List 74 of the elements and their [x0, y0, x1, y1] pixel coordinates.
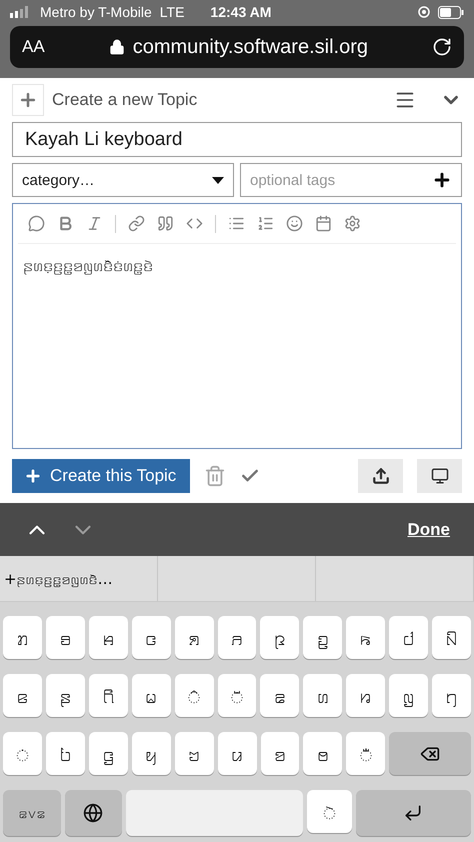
keyboard-key[interactable]: ꤋ — [46, 616, 85, 659]
monitor-icon — [430, 467, 448, 485]
keyboard-key[interactable]: ◌ꤨ — [174, 674, 214, 717]
bullet-list-icon[interactable] — [228, 215, 245, 232]
keyboard-key[interactable]: ꤍ — [132, 616, 171, 659]
keyboard-key[interactable]: ꤜ — [389, 674, 428, 717]
keyboard-key[interactable]: ◌ꤦ — [3, 732, 42, 775]
globe-key[interactable] — [64, 790, 122, 836]
add-button[interactable] — [12, 84, 44, 116]
keyboard-key[interactable]: ꤏ — [218, 616, 256, 659]
keyboard-key[interactable]: ꤤ — [260, 732, 300, 775]
rotation-lock-icon — [418, 6, 430, 18]
battery-icon — [438, 6, 464, 18]
add-tag-icon[interactable] — [432, 170, 452, 190]
keyboard-key[interactable]: ꤝ — [46, 732, 85, 775]
settings-icon[interactable] — [344, 215, 361, 232]
category-dropdown[interactable]: category… — [12, 163, 234, 197]
text-size-button[interactable]: AA — [22, 37, 45, 57]
create-topic-button[interactable]: Create this Topic — [12, 459, 190, 493]
keyboard-key[interactable]: ꤕ — [3, 674, 42, 717]
composer-heading: Create a new Topic — [52, 90, 198, 110]
keyboard-key[interactable]: ꤞ — [88, 732, 128, 775]
keyboard-key[interactable]: ◌ꤩ — [218, 674, 256, 717]
keyboard-key[interactable]: ꤊ — [3, 616, 42, 659]
link-icon[interactable] — [128, 215, 145, 232]
keyboard-key[interactable]: ꤗ — [132, 674, 171, 717]
quote-bubble-icon[interactable] — [28, 215, 45, 232]
suggestion-text[interactable]: +ꤔꤛꤢ꤫ꤢ꤬ꤢ꤭ꤤꤜꤛꤢꤧꤨ… — [4, 570, 113, 588]
keyboard-key[interactable]: ꤐ — [260, 616, 300, 659]
keyboard-key[interactable]: ꤘ — [260, 674, 300, 717]
keyboard-key[interactable]: ꤑ — [303, 616, 342, 659]
network-type: LTE — [160, 4, 184, 20]
emoji-icon[interactable] — [286, 215, 303, 232]
keyboard-key[interactable]: ꤔ — [46, 674, 85, 717]
carrier-name: Metro by T-Mobile — [40, 4, 152, 20]
return-icon — [403, 803, 424, 823]
keyboard-key[interactable]: ◌ꤧ — [307, 790, 352, 833]
keyboard-key[interactable]: ꤒ — [346, 616, 386, 659]
keyboard-key[interactable]: ꤚ — [432, 674, 471, 717]
clock: 12:43 AM — [210, 4, 272, 20]
backspace-key[interactable] — [389, 732, 472, 775]
numbers-key[interactable]: ꤁꤂꤃ — [3, 790, 61, 836]
keyboard-key[interactable]: ꤎ — [174, 616, 214, 659]
upload-icon — [372, 467, 390, 485]
keyboard-key[interactable]: ꤟ — [132, 732, 171, 775]
caret-icon — [212, 176, 224, 184]
preview-button[interactable] — [417, 459, 462, 493]
globe-icon — [83, 803, 104, 823]
keyboard-key[interactable]: ꤥ — [303, 732, 342, 775]
url-text[interactable]: community.software.sil.org — [132, 36, 368, 58]
editor-text: ꤔꤛꤢ꤫ꤢ꤬ꤢ꤭ꤤꤜꤛꤢꤧꤨꤢꤦꤛꤢ꤭ꤢꤧ — [22, 255, 154, 278]
done-button[interactable]: Done — [408, 520, 450, 540]
blockquote-icon[interactable] — [157, 215, 174, 232]
keyboard-key[interactable]: ꤙ — [346, 674, 386, 717]
calendar-icon[interactable] — [315, 215, 332, 232]
keyboard-key[interactable]: ꤛ — [303, 674, 342, 717]
keyboard-key[interactable]: ꤓ — [389, 616, 428, 659]
bold-icon[interactable] — [57, 215, 74, 232]
title-field[interactable]: Kayah Li keyboard — [12, 122, 462, 157]
trash-icon[interactable] — [204, 465, 226, 487]
keyboard-key[interactable]: ꤌ — [88, 616, 128, 659]
keyboard-key[interactable]: ꤖ — [88, 674, 128, 717]
italic-icon[interactable] — [86, 215, 103, 232]
plus-icon — [24, 467, 42, 485]
keyboard-key[interactable]: ꤣ — [218, 732, 257, 775]
numbered-list-icon[interactable] — [257, 215, 274, 232]
keyboard-key[interactable]: ◌ꤪ — [346, 732, 386, 775]
plus-icon — [18, 90, 38, 110]
editor[interactable]: ꤔꤛꤢ꤫ꤢ꤬ꤢ꤭ꤤꤜꤛꤢꤧꤨꤢꤦꤛꤢ꤭ꤢꤧ — [12, 203, 462, 449]
upload-button[interactable] — [358, 459, 403, 493]
keyboard-key[interactable]: ꤠ — [174, 732, 214, 775]
lock-icon — [108, 39, 125, 55]
reload-icon[interactable] — [432, 37, 452, 57]
keyboard-key[interactable]: ꤡ — [432, 616, 471, 659]
